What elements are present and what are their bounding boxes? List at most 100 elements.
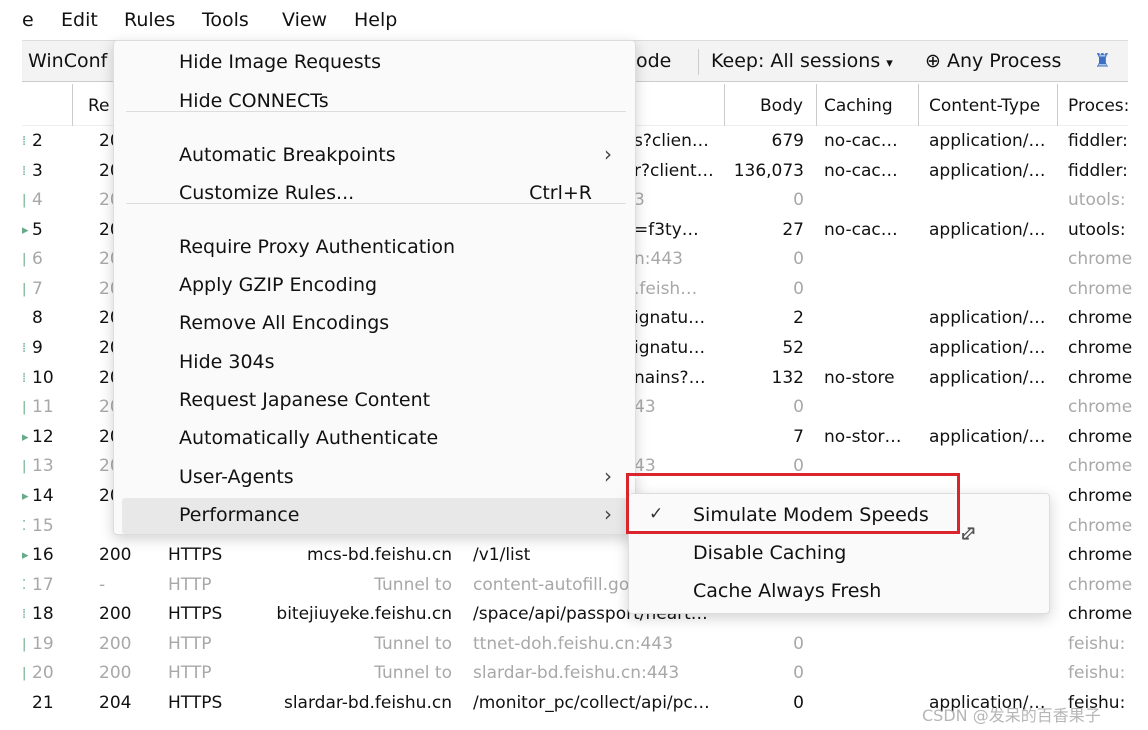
col-content-type[interactable]: Content-Type xyxy=(929,96,1040,116)
menu-item-automatic-breakpoints[interactable]: Automatic Breakpoints › xyxy=(122,138,628,174)
menu-item-label: Apply GZIP Encoding xyxy=(179,274,378,296)
body-cell: 132 xyxy=(771,367,804,388)
result-cell: 204 xyxy=(99,693,132,714)
process-cell: feishu: xyxy=(1068,633,1126,654)
process-cell: chrome xyxy=(1068,604,1133,625)
menu-item-user-agents[interactable]: User-Agents › xyxy=(122,460,628,496)
menu-item-apply-gzip-encoding[interactable]: Apply GZIP Encoding xyxy=(122,268,628,304)
submenu-item-cache-always-fresh[interactable]: Cache Always Fresh xyxy=(629,574,1049,610)
row-icon: ⁞ xyxy=(22,370,27,386)
menu-item-label: Hide 304s xyxy=(179,351,275,373)
body-cell: 2 xyxy=(793,308,804,329)
process-cell: chrome xyxy=(1068,456,1133,477)
process-cell: chrome xyxy=(1068,515,1133,536)
row-icon: ⁞ xyxy=(22,341,27,357)
menu-item-label: User-Agents xyxy=(179,466,294,488)
row-icon: ▸ xyxy=(22,429,29,445)
caching-cell: no-cac… xyxy=(824,219,898,240)
process-cell: feishu: xyxy=(1068,663,1126,684)
row-icon: | xyxy=(22,636,27,652)
protocol-cell: HTTP xyxy=(168,633,212,654)
session-row[interactable]: | 20 200 HTTP Tunnel to slardar-bd.feishu.cn:… xyxy=(22,660,1128,689)
menu-view[interactable]: View xyxy=(282,9,327,31)
submenu-item-label: Cache Always Fresh xyxy=(693,580,882,602)
col-process[interactable]: Proces: xyxy=(1068,96,1129,116)
body-cell: 27 xyxy=(782,219,804,240)
body-cell: 0 xyxy=(793,633,804,654)
menu-tools[interactable]: Tools xyxy=(202,9,249,31)
process-cell: fiddler: xyxy=(1068,131,1128,151)
row-number: 2 xyxy=(32,131,43,151)
row-icon: ▸ xyxy=(22,548,29,564)
menu-item-automatically-authenticate[interactable]: Automatically Authenticate xyxy=(122,421,628,457)
row-number: 15 xyxy=(32,515,54,536)
content-type-cell: application/… xyxy=(929,131,1046,151)
any-process-button[interactable]: ⊕ Any Process xyxy=(925,50,1061,72)
row-icon: ⁚ xyxy=(22,577,27,593)
crosshair-icon: ⊕ xyxy=(925,50,941,72)
row-number: 16 xyxy=(32,545,54,566)
protocol-cell: HTTPS xyxy=(168,604,223,625)
menu-help[interactable]: Help xyxy=(354,9,397,31)
menu-item-hide-304s[interactable]: Hide 304s xyxy=(122,345,628,381)
host-cell: Tunnel to xyxy=(374,574,452,595)
menu-item-require-proxy-authentication[interactable]: Require Proxy Authentication xyxy=(122,230,628,266)
menu-item-remove-all-encodings[interactable]: Remove All Encodings xyxy=(122,306,628,342)
col-caching[interactable]: Caching xyxy=(824,96,893,116)
row-number: 17 xyxy=(32,574,54,595)
host-cell: bitejiuyeke.feishu.cn xyxy=(276,604,452,625)
result-cell: 200 xyxy=(99,633,132,654)
winconfig-button[interactable]: WinConf xyxy=(28,50,107,72)
caching-cell: no-cac… xyxy=(824,160,898,181)
menu-item-label: Hide CONNECTs xyxy=(179,90,329,112)
col-body[interactable]: Body xyxy=(760,96,803,116)
col-result[interactable]: Re xyxy=(88,96,110,116)
host-cell: mcs-bd.feishu.cn xyxy=(307,545,452,566)
url-cell: n:443 xyxy=(634,249,683,270)
menu-item-label: Automatically Authenticate xyxy=(179,427,439,449)
menu-file[interactable]: e xyxy=(22,9,34,31)
row-number: 12 xyxy=(32,426,54,447)
process-cell: chrome xyxy=(1068,397,1133,418)
url-cell: content-autofill.go xyxy=(473,574,630,595)
process-cell: chrome xyxy=(1068,426,1133,447)
process-cell: utools: xyxy=(1068,219,1126,240)
process-cell: chrome xyxy=(1068,338,1133,359)
session-row[interactable]: | 19 200 HTTP Tunnel to ttnet-doh.feishu.cn:4… xyxy=(22,631,1128,660)
menu-rules[interactable]: Rules xyxy=(124,9,175,31)
menu-item-request-japanese-content[interactable]: Request Japanese Content xyxy=(122,383,628,419)
row-icon: | xyxy=(22,281,27,297)
binoculars-icon[interactable]: ♜ xyxy=(1094,50,1111,72)
body-cell: 679 xyxy=(771,131,804,151)
menu-item-hide-image-requests[interactable]: Hide Image Requests xyxy=(122,45,628,81)
row-number: 13 xyxy=(32,456,54,477)
host-cell: Tunnel to xyxy=(374,663,452,684)
menu-item-label: Performance xyxy=(179,504,300,526)
url-cell: s?clien… xyxy=(634,131,709,151)
menu-item-customize-rules[interactable]: Customize Rules... Ctrl+R xyxy=(122,176,628,212)
shortcut-label: Ctrl+R xyxy=(529,182,592,204)
result-cell: 200 xyxy=(99,663,132,684)
row-number: 6 xyxy=(32,249,43,270)
row-number: 3 xyxy=(32,160,43,181)
process-cell: fiddler: xyxy=(1068,160,1128,181)
decode-button[interactable]: ode xyxy=(636,50,671,72)
row-number: 21 xyxy=(32,693,54,714)
row-number: 8 xyxy=(32,308,43,329)
row-number: 7 xyxy=(32,278,43,299)
menu-item-hide-connects[interactable]: Hide CONNECTs xyxy=(122,84,628,120)
submenu-item-disable-caching[interactable]: Disable Caching xyxy=(629,536,1049,572)
body-cell: 0 xyxy=(793,249,804,270)
protocol-cell: HTTP xyxy=(168,574,212,595)
menu-item-performance[interactable]: Performance › xyxy=(122,498,628,534)
menu-item-label: Automatic Breakpoints xyxy=(179,144,396,166)
menu-edit[interactable]: Edit xyxy=(61,9,98,31)
url-cell: ignatu… xyxy=(634,338,706,359)
rules-menu: Hide Image Requests Hide CONNECTs Automati… xyxy=(113,40,636,535)
result-cell: 200 xyxy=(99,545,132,566)
row-icon: ⁞ xyxy=(22,134,27,149)
dropdown-arrow-icon: ▾ xyxy=(886,56,893,71)
keep-sessions-dropdown[interactable]: Keep: All sessions ▾ xyxy=(711,50,893,72)
row-number: 10 xyxy=(32,367,54,388)
chevron-right-icon: › xyxy=(604,464,612,488)
